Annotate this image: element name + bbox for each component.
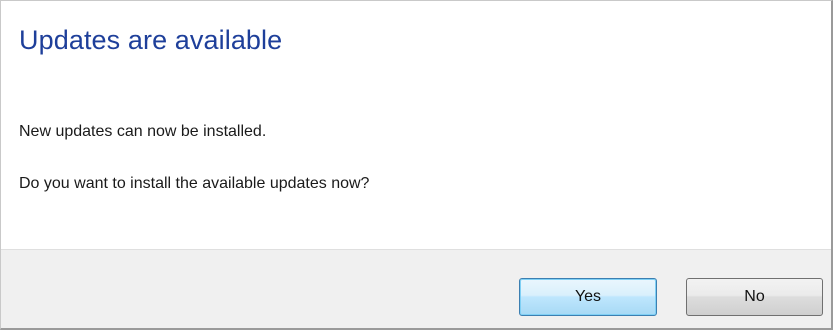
update-dialog: Updates are available New updates can no… xyxy=(0,0,833,330)
dialog-message-line-1: New updates can now be installed. xyxy=(19,123,267,140)
dialog-title: Updates are available xyxy=(19,25,283,55)
dialog-button-bar: Yes No xyxy=(1,249,831,328)
dialog-content: Updates are available New updates can no… xyxy=(1,1,831,249)
no-button[interactable]: No xyxy=(686,278,823,316)
yes-button[interactable]: Yes xyxy=(519,278,657,316)
dialog-message-line-2: Do you want to install the available upd… xyxy=(19,175,370,192)
